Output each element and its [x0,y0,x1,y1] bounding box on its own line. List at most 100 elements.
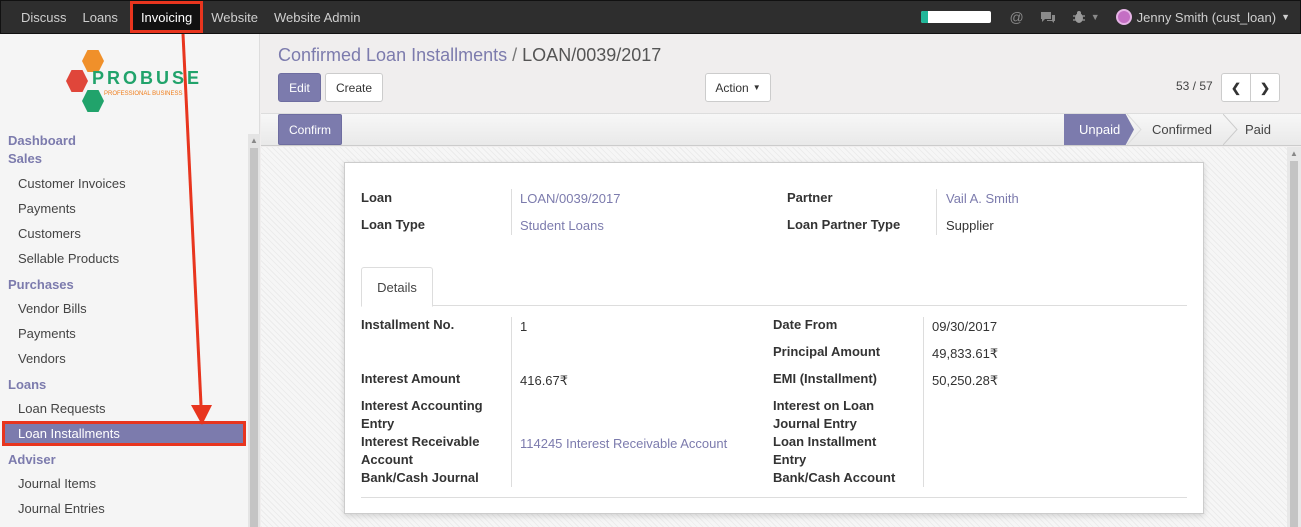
sidebar-item-journal-entries[interactable]: Journal Entries [0,496,248,521]
sidebar-item-loan-installments[interactable]: Loan Installments [2,421,246,446]
sidebar-item-payments[interactable]: Payments [0,196,248,221]
sidebar-section-loans: Loans [8,377,47,392]
sidebar-item-sellable-products[interactable]: Sellable Products [0,246,248,271]
sidebar-item-loan-requests[interactable]: Loan Requests [0,396,248,421]
sidebar-item-customers[interactable]: Customers [0,221,248,246]
interest-amount-label: Interest Amount [361,371,461,386]
breadcrumb-separator: / [512,45,518,65]
main-content: Confirmed Loan Installments / LOAN/0039/… [261,34,1301,527]
interest-accounting-entry-label: Interest Accounting Entry [361,398,483,431]
content-scrollbar[interactable]: ▲ [1287,147,1301,527]
action-dropdown[interactable]: Action ▼ [705,73,771,102]
stage-divider-icon [1127,114,1142,145]
menu-loans[interactable]: Loans [77,1,124,33]
create-button[interactable]: Create [325,73,383,102]
chevron-down-icon: ▼ [1090,12,1100,22]
stage-confirmed[interactable]: Confirmed [1152,114,1232,145]
chevron-down-icon: ▼ [1281,12,1290,22]
loan-partner-type-value: Supplier [946,218,994,233]
field-divider [511,189,512,235]
sidebar-section-dashboard[interactable]: Dashboard [0,132,248,150]
form-bottom-divider [361,497,1187,498]
breadcrumb-current: LOAN/0039/2017 [522,45,662,65]
confirm-button[interactable]: Confirm [278,114,342,145]
loan-type-label: Loan Type [361,217,426,232]
menu-invoicing[interactable]: Invoicing [129,1,204,33]
pager-counter[interactable]: 53 / 57 [1176,79,1213,93]
logo-wordmark: PROBUSE [92,68,203,88]
sidebar-scroll-thumb[interactable] [250,148,258,527]
edit-button[interactable]: Edit [278,73,321,102]
partner-value[interactable]: Vail A. Smith [946,190,1019,208]
probuse-logo: PROBUSE PROFESSIONAL BUSINESS [60,46,200,118]
interest-journal-entry-label: Interest on Loan Journal Entry [773,398,875,431]
scroll-up-icon[interactable]: ▲ [248,134,260,145]
emi-installment-value: 50,250.28₹ [932,373,999,388]
at-mention-icon[interactable]: @ [1009,9,1023,25]
stage-divider-icon [1223,114,1238,145]
action-label: Action [715,80,749,95]
menu-website[interactable]: Website [205,1,264,33]
logo-hex-green-icon [82,90,104,112]
scroll-up-icon[interactable]: ▲ [1287,147,1301,158]
stage-paid[interactable]: Paid [1245,114,1285,145]
installment-no-label: Installment No. [361,317,455,332]
content-scroll-thumb[interactable] [1290,161,1298,527]
menu-discuss[interactable]: Discuss [15,1,73,33]
interest-receivable-account-value[interactable]: 114245 Interest Receivable Account [520,435,727,453]
chevron-right-icon: ❯ [1259,80,1271,95]
loan-type-value[interactable]: Student Loans [520,217,604,235]
next-record-button[interactable]: ❯ [1250,73,1280,102]
interest-receivable-account-label: Interest Receivable Account [361,434,480,467]
stage-unpaid[interactable]: Unpaid [1064,114,1134,145]
sidebar-section-purchases: Purchases [8,277,74,292]
breadcrumb-parent[interactable]: Confirmed Loan Installments [278,45,507,65]
field-divider [936,189,937,235]
field-divider [923,317,924,487]
logo-hex-red-icon [66,70,88,92]
sidebar-item-payments-purchases[interactable]: Payments [0,321,248,346]
previous-record-button[interactable]: ❮ [1221,73,1251,102]
app-menu: Discuss Loans Invoicing Website Website … [1,1,370,33]
sidebar-section-adviser: Adviser [8,452,56,467]
loan-value[interactable]: LOAN/0039/2017 [520,190,620,208]
chat-icon[interactable] [1040,11,1056,24]
sidebar-item-journal-items[interactable]: Journal Items [0,471,248,496]
sidebar-scrollbar[interactable]: ▲ [248,134,260,527]
tab-details[interactable]: Details [361,267,433,307]
chevron-down-icon: ▼ [752,83,761,92]
menu-website-admin[interactable]: Website Admin [268,1,366,33]
progress-bar[interactable] [921,11,992,23]
loan-partner-type-label: Loan Partner Type [787,217,901,232]
user-name: Jenny Smith (cust_loan) [1136,9,1277,25]
bug-debug-icon[interactable]: ▼ [1072,10,1100,24]
systray: @ ▼ Jenny Smith (cust_loan) ▼ [921,1,1300,33]
date-from-value: 09/30/2017 [932,319,998,334]
sidebar-item-vendor-bills[interactable]: Vendor Bills [0,296,248,321]
top-navbar: Discuss Loans Invoicing Website Website … [0,0,1301,34]
sidebar-section-sales: Sales [8,151,42,166]
principal-amount-label: Principal Amount [773,344,881,359]
sidebar-nav: Dashboard Sales Customer Invoices Paymen… [0,132,248,521]
sidebar: PROBUSE PROFESSIONAL BUSINESS Dashboard … [0,34,260,527]
progress-fill [921,11,929,23]
sidebar-item-customer-invoices[interactable]: Customer Invoices [0,171,248,196]
breadcrumb: Confirmed Loan Installments / LOAN/0039/… [278,45,661,66]
partner-label: Partner [787,190,833,205]
notebook-tabs: Details [361,267,1187,307]
user-menu[interactable]: Jenny Smith (cust_loan) ▼ [1115,9,1290,25]
status-bar: Confirm Unpaid Confirmed Paid [261,113,1301,146]
interest-amount-value: 416.67₹ [520,373,569,388]
avatar [1115,9,1132,25]
field-divider [511,317,512,487]
loan-label: Loan [361,190,393,205]
date-from-label: Date From [773,317,838,332]
installment-no-value: 1 [520,319,528,334]
form-sheet: Loan LOAN/0039/2017 Loan Type Student Lo… [344,162,1204,514]
chevron-left-icon: ❮ [1230,80,1242,95]
emi-installment-label: EMI (Installment) [773,371,878,386]
logo-tagline: PROFESSIONAL BUSINESS [104,91,183,97]
bank-cash-journal-label: Bank/Cash Journal [361,470,479,485]
loan-installment-entry-label: Loan Installment Entry [773,434,877,467]
sidebar-item-vendors[interactable]: Vendors [0,346,248,371]
